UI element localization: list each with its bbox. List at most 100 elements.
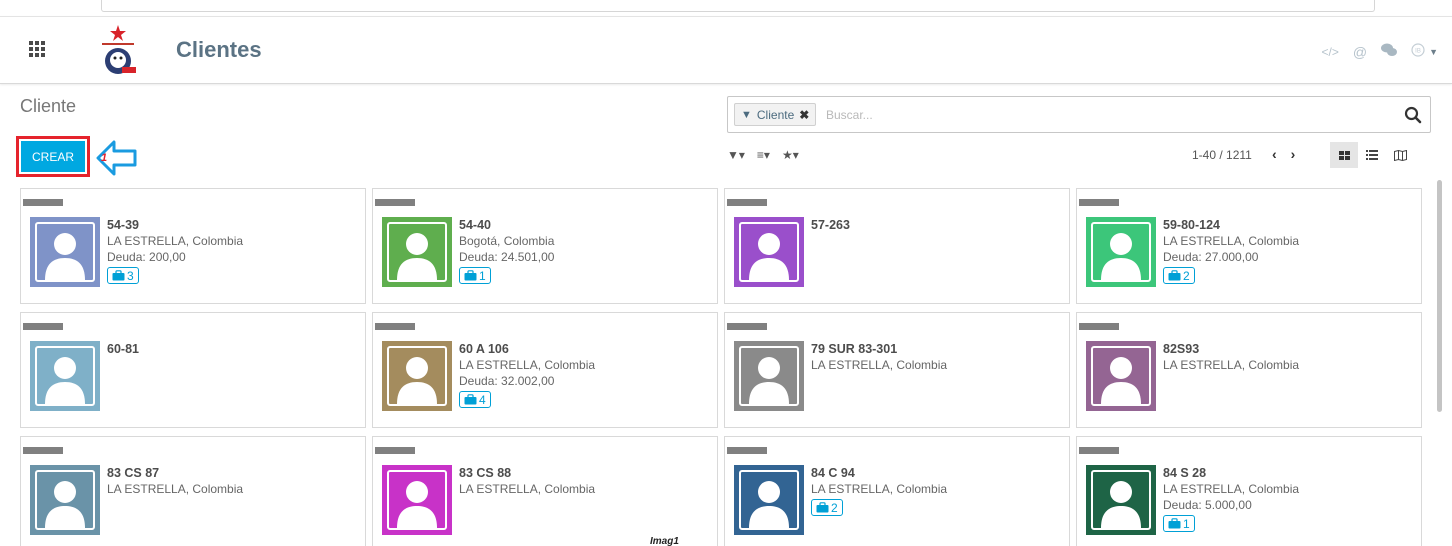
partner-debt: Deuda: 5.000,00 <box>1163 498 1252 512</box>
person-icon <box>35 222 95 282</box>
avatar <box>734 465 804 535</box>
code-icon[interactable]: </> <box>1322 45 1339 59</box>
chat-icon[interactable] <box>1381 43 1398 60</box>
partner-location: LA ESTRELLA, Colombia <box>1163 482 1300 496</box>
list-view-icon[interactable] <box>1358 142 1386 168</box>
browser-top-strip <box>0 0 1452 16</box>
card-info: 54-39 LA ESTRELLA, Colombia Deuda: 200,00 3 <box>107 217 243 285</box>
partner-card[interactable]: 59-80-124 LA ESTRELLA, Colombia Deuda: 27.… <box>1076 188 1422 304</box>
partner-card[interactable]: 60-81 <box>20 312 366 428</box>
partner-card[interactable]: 79 SUR 83-301 LA ESTRELLA, Colombia <box>724 312 1070 428</box>
card-info: 79 SUR 83-301 LA ESTRELLA, Colombia <box>811 341 947 373</box>
page-title: Clientes <box>176 37 262 62</box>
badge-count: 4 <box>479 392 486 407</box>
avatar <box>30 217 100 287</box>
partner-debt: Deuda: 27.000,00 <box>1163 250 1259 264</box>
user-icon[interactable]: IB <box>1411 43 1425 60</box>
company-logo[interactable] <box>96 23 140 79</box>
person-icon <box>387 222 447 282</box>
partner-location: LA ESTRELLA, Colombia <box>1163 358 1300 372</box>
person-icon <box>1091 346 1151 406</box>
card-info: 83 CS 87 LA ESTRELLA, Colombia <box>107 465 243 497</box>
chevron-down-icon[interactable]: ▼ <box>1429 47 1438 57</box>
partner-card[interactable]: 83 CS 88 LA ESTRELLA, Colombia <box>372 436 718 546</box>
card-info: 84 S 28 LA ESTRELLA, Colombia Deuda: 5.000… <box>1163 465 1299 533</box>
breadcrumb: Cliente <box>20 96 77 116</box>
search-icon[interactable] <box>1404 106 1422 124</box>
briefcase-icon <box>816 502 829 513</box>
sales-count-badge[interactable]: 1 <box>459 267 491 284</box>
partner-card[interactable]: 82S93 LA ESTRELLA, Colombia <box>1076 312 1422 428</box>
search-input[interactable] <box>826 105 1346 125</box>
partner-name: 84 S 28 <box>1163 466 1207 480</box>
card-tag-bar <box>727 199 767 206</box>
chevron-right-icon[interactable]: › <box>1291 146 1296 162</box>
card-info: 82S93 LA ESTRELLA, Colombia <box>1163 341 1299 373</box>
partner-name: 60-81 <box>107 342 139 356</box>
person-icon <box>35 470 95 530</box>
avatar <box>734 217 804 287</box>
avatar <box>1086 217 1156 287</box>
briefcase-icon <box>464 270 477 281</box>
partner-debt: Deuda: 24.501,00 <box>459 250 555 264</box>
card-tag-bar <box>1079 447 1119 454</box>
card-tag-bar <box>23 447 63 454</box>
filters-dropdown[interactable]: ▼▾ <box>727 148 745 162</box>
sales-count-badge[interactable]: 1 <box>1163 515 1195 532</box>
person-icon <box>739 470 799 530</box>
filter-icon: ▼ <box>741 108 752 121</box>
partner-name: 57-263 <box>811 218 850 232</box>
person-icon <box>387 470 447 530</box>
partner-name: 83 CS 88 <box>459 466 512 480</box>
kanban-view-icon[interactable] <box>1330 142 1358 168</box>
card-info: 60-81 <box>107 341 139 357</box>
sales-count-badge[interactable]: 2 <box>1163 267 1195 284</box>
partner-card[interactable]: 83 CS 87 LA ESTRELLA, Colombia <box>20 436 366 546</box>
briefcase-icon <box>1168 270 1181 281</box>
close-icon[interactable]: ✖ <box>799 108 809 122</box>
partner-card[interactable]: 84 C 94 LA ESTRELLA, Colombia 2 <box>724 436 1070 546</box>
annotation-number: 1 <box>101 152 108 164</box>
partner-card[interactable]: 54-39 LA ESTRELLA, Colombia Deuda: 200,00 3 <box>20 188 366 304</box>
sales-count-badge[interactable]: 4 <box>459 391 491 408</box>
partner-location: LA ESTRELLA, Colombia <box>459 482 596 496</box>
partner-card[interactable]: 54-40 Bogotá, Colombia Deuda: 24.501,00 1 <box>372 188 718 304</box>
partner-name: 83 CS 87 <box>107 466 160 480</box>
person-icon <box>387 346 447 406</box>
card-tag-bar <box>375 323 415 330</box>
scrollbar[interactable] <box>1437 180 1442 412</box>
partner-card[interactable]: 84 S 28 LA ESTRELLA, Colombia Deuda: 5.000… <box>1076 436 1422 546</box>
apps-icon[interactable] <box>29 41 45 57</box>
groupby-dropdown[interactable]: ≡▾ <box>757 148 770 162</box>
sales-count-badge[interactable]: 3 <box>107 267 139 284</box>
avatar <box>382 465 452 535</box>
svg-text:IB: IB <box>1415 49 1421 55</box>
badge-count: 2 <box>1183 268 1190 283</box>
avatar <box>1086 341 1156 411</box>
partner-location: LA ESTRELLA, Colombia <box>811 358 948 372</box>
partner-name: 54-39 <box>107 218 139 232</box>
card-info: 54-40 Bogotá, Colombia Deuda: 24.501,00 1 <box>459 217 554 285</box>
briefcase-icon <box>1168 518 1181 529</box>
chevron-left-icon[interactable]: ‹ <box>1272 146 1277 162</box>
partner-location: Bogotá, Colombia <box>459 234 555 248</box>
pager-value[interactable]: 1-40 / 1211 <box>1192 148 1252 162</box>
search-facet[interactable]: ▼ Cliente ✖ <box>734 103 817 126</box>
card-tag-bar <box>1079 199 1119 206</box>
badge-count: 3 <box>127 268 134 283</box>
at-icon[interactable]: @ <box>1353 44 1367 60</box>
sales-count-badge[interactable]: 2 <box>811 499 843 516</box>
card-tag-bar <box>23 323 63 330</box>
partner-card[interactable]: 60 A 106 LA ESTRELLA, Colombia Deuda: 32.0… <box>372 312 718 428</box>
person-icon <box>739 222 799 282</box>
partner-location: LA ESTRELLA, Colombia <box>107 482 244 496</box>
map-view-icon[interactable] <box>1386 142 1414 168</box>
person-icon <box>35 346 95 406</box>
favorites-dropdown[interactable]: ★▾ <box>782 148 799 162</box>
card-info: 84 C 94 LA ESTRELLA, Colombia 2 <box>811 465 947 517</box>
create-button[interactable]: CREAR <box>21 141 85 172</box>
card-tag-bar <box>727 447 767 454</box>
card-tag-bar <box>375 199 415 206</box>
partner-name: 84 C 94 <box>811 466 855 480</box>
partner-card[interactable]: 57-263 <box>724 188 1070 304</box>
